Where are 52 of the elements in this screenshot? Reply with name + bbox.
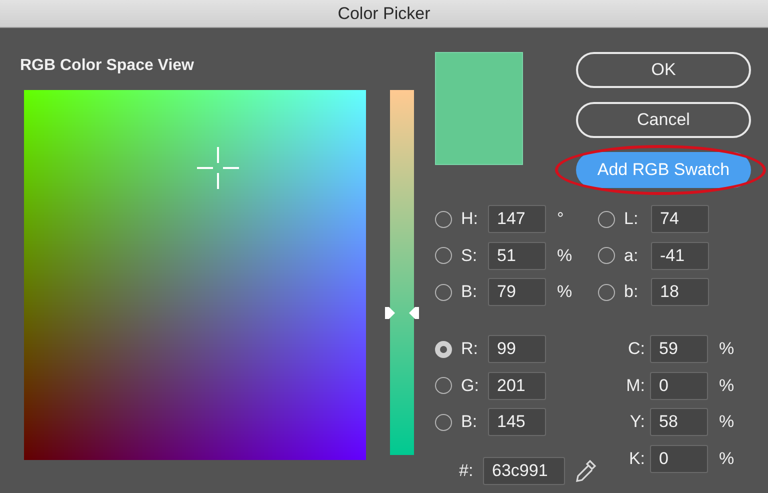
radio-button[interactable] (435, 210, 452, 228)
field-label: R: (461, 338, 479, 360)
field-label: C: (627, 338, 646, 360)
radio-button[interactable] (435, 284, 452, 300)
window-title: Color Picker (338, 2, 430, 25)
input-field[interactable]: 0 (650, 444, 708, 472)
field-label: K: (628, 448, 646, 470)
input-field[interactable]: 201 (488, 372, 546, 400)
field-label: G: (461, 374, 480, 397)
unit-label: % (719, 448, 734, 470)
field-label: H: (461, 208, 479, 230)
radio-button[interactable] (598, 284, 615, 300)
field-label: Y: (628, 411, 646, 434)
unit-label: % (719, 411, 734, 434)
unit-label: % (719, 374, 734, 397)
input-field[interactable]: 74 (651, 205, 709, 233)
radio-button[interactable] (598, 247, 615, 264)
input-field[interactable]: 18 (651, 278, 709, 306)
radio-button[interactable] (435, 414, 452, 430)
crosshair-icon (195, 145, 242, 192)
radio-button[interactable] (435, 377, 452, 394)
input-field[interactable]: -41 (651, 242, 709, 270)
radio-button[interactable] (435, 247, 452, 264)
field-label: L: (624, 208, 640, 230)
input-field[interactable]: 59 (650, 335, 708, 363)
input-field[interactable]: 58 (650, 408, 708, 436)
field-label: M: (625, 374, 646, 397)
field-label: b: (624, 281, 640, 304)
eyedropper-icon[interactable] (574, 458, 598, 484)
field-label: B: (461, 411, 478, 434)
field-label: B: (461, 281, 478, 304)
dialog-button[interactable]: OK (576, 52, 751, 88)
field-label: a: (624, 244, 640, 267)
unit-label: ° (557, 208, 564, 230)
slider-track[interactable] (385, 90, 419, 455)
dialog-button[interactable]: Cancel (576, 102, 751, 138)
input-field[interactable]: 51 (488, 242, 546, 270)
radio-button[interactable] (598, 210, 615, 228)
field-label: #: (459, 460, 474, 482)
unit-label: % (557, 244, 572, 267)
field-label: S: (461, 244, 478, 267)
unit-label: % (557, 281, 572, 304)
radio-button[interactable] (435, 340, 452, 358)
input-field[interactable]: 79 (488, 278, 546, 306)
slider-thumb[interactable] (385, 306, 419, 319)
input-field[interactable]: 99 (488, 335, 546, 363)
section-heading: RGB Color Space View (20, 56, 195, 76)
input-field[interactable]: 0 (650, 372, 708, 400)
input-field[interactable]: 147 (488, 205, 546, 233)
input-field[interactable]: 63c991 (483, 456, 565, 484)
unit-label: % (719, 338, 734, 360)
input-field[interactable]: 145 (488, 408, 546, 436)
